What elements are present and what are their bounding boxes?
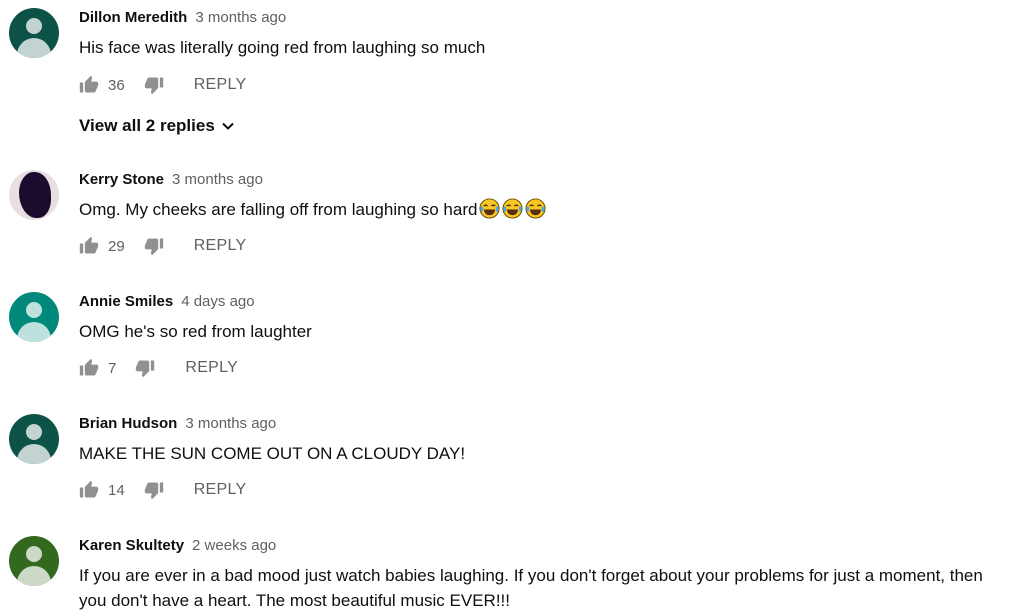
comment-time[interactable]: 4 days ago <box>181 293 254 310</box>
view-replies-label: View all 2 replies <box>79 116 215 135</box>
tears-of-joy-emoji-icon <box>479 198 500 226</box>
comment-actions: 14 REPLY <box>79 478 246 502</box>
avatar-head-shape <box>26 424 42 440</box>
comment-time[interactable]: 3 months ago <box>195 9 286 26</box>
chevron-down-icon <box>222 122 234 130</box>
comment-header: Annie Smiles 4 days ago <box>79 293 255 310</box>
thumb-up-icon[interactable] <box>79 75 99 95</box>
view-replies-button[interactable]: View all 2 replies <box>79 116 235 136</box>
comment-header: Brian Hudson 3 months ago <box>79 415 276 432</box>
avatar-head-shape <box>26 302 42 318</box>
comment-actions: 29 REPLY <box>79 234 246 258</box>
thumb-down-icon[interactable] <box>144 75 164 95</box>
comment-header: Karen Skultety 2 weeks ago <box>79 537 276 554</box>
comment-time[interactable]: 3 months ago <box>185 415 276 432</box>
comment-actions: 7 REPLY <box>79 356 238 380</box>
comment-header: Kerry Stone 3 months ago <box>79 171 263 188</box>
thumb-down-icon[interactable] <box>144 236 164 256</box>
comment-text: OMG he's so red from laughter <box>79 322 312 341</box>
author-name[interactable]: Kerry Stone <box>79 171 164 188</box>
comment-text: MAKE THE SUN COME OUT ON A CLOUDY DAY! <box>79 444 466 463</box>
avatar-body-shape <box>17 444 51 464</box>
like-count: 29 <box>108 237 125 255</box>
thumb-up-icon[interactable] <box>79 358 99 378</box>
tears-of-joy-emoji-icon <box>502 198 523 226</box>
comment-text: Omg. My cheeks are falling off from laug… <box>79 197 1014 226</box>
reply-button[interactable]: REPLY <box>194 76 247 94</box>
avatar[interactable] <box>9 536 59 586</box>
thumb-up-icon[interactable] <box>79 236 99 256</box>
like-count: 36 <box>108 76 125 94</box>
author-name[interactable]: Karen Skultety <box>79 537 184 554</box>
avatar-body-shape <box>17 322 51 342</box>
avatar[interactable] <box>9 8 59 58</box>
avatar[interactable] <box>9 414 59 464</box>
comment-time[interactable]: 2 weeks ago <box>192 537 276 554</box>
avatar-head-shape <box>26 546 42 562</box>
comment-actions: 36 REPLY <box>79 73 246 97</box>
comment-text: His face was literally going red from la… <box>79 38 486 57</box>
author-name[interactable]: Brian Hudson <box>79 415 177 432</box>
avatar[interactable] <box>9 292 59 342</box>
like-count: 14 <box>108 481 125 499</box>
comment-text: If you are ever in a bad mood just watch… <box>79 566 983 610</box>
avatar-body-shape <box>17 38 51 58</box>
author-name[interactable]: Annie Smiles <box>79 293 173 310</box>
comment-time[interactable]: 3 months ago <box>172 171 263 188</box>
tears-of-joy-emoji-icon <box>525 198 546 226</box>
avatar-body-shape <box>17 566 51 586</box>
comment-text-body: Omg. My cheeks are falling off from laug… <box>79 200 478 219</box>
reply-button[interactable]: REPLY <box>185 359 238 377</box>
thumb-up-icon[interactable] <box>79 480 99 500</box>
author-name[interactable]: Dillon Meredith <box>79 9 187 26</box>
reply-button[interactable]: REPLY <box>194 237 247 255</box>
avatar[interactable] <box>9 170 59 220</box>
reply-button[interactable]: REPLY <box>194 481 247 499</box>
like-count: 7 <box>108 359 117 377</box>
thumb-down-icon[interactable] <box>135 358 155 378</box>
thumb-down-icon[interactable] <box>144 480 164 500</box>
comment-header: Dillon Meredith 3 months ago <box>79 9 286 26</box>
avatar-photo-shape <box>19 172 51 218</box>
avatar-head-shape <box>26 18 42 34</box>
